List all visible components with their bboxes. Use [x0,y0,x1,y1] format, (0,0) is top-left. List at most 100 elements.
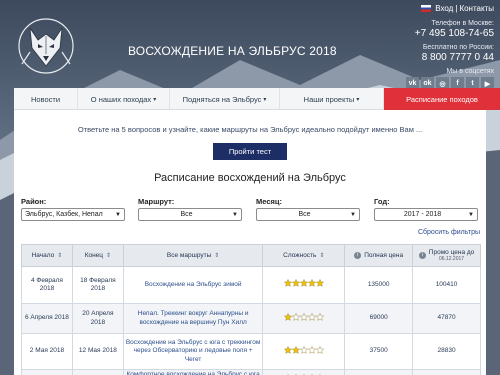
info-icon[interactable]: i [354,252,362,259]
main-panel: Ответьте на 5 вопросов и узнайте, какие … [14,110,486,375]
main-nav: Новости О наших походах ▾ Подняться на Э… [14,88,500,110]
star-filled-icon [307,279,316,288]
free-phone[interactable]: 8 800 7777 0 44 [406,52,494,63]
login-link[interactable]: Вход [435,4,453,13]
moscow-phone[interactable]: +7 495 108-74-65 [406,28,494,39]
route-select-value: Все [180,211,193,218]
end-date-cell: 18 Февраля 2018 [71,266,124,304]
start-date-cell: 3 Мая 2018 [21,369,73,375]
difficulty-cell [262,333,346,370]
table-row[interactable]: 4 Февраля 2018 18 Февраля 2018 Восхождение… [21,266,481,304]
table-row[interactable]: 2 Мая 2018 12 Мая 2018 Восхождение на Эльб… [21,333,481,370]
star-filled-icon [315,279,324,288]
promo-header-date: 06.12.2017 [439,256,465,262]
promo-price-column-header[interactable]: i Промо цена до 06.12.2017 [412,244,481,267]
sort-arrows-icon: ⇕ [214,253,220,259]
star-filled-icon [283,345,292,354]
region-select[interactable]: Эльбрус, Казбек, Непал ▼ [21,208,125,221]
end-date-cell: 20 Апреля 2018 [71,303,124,334]
moscow-phone-label: Телефон в Москве: [431,20,495,27]
price-column-header[interactable]: i Полная цена [344,244,414,267]
site-title: ВОСХОЖДЕНИЕ НА ЭЛЬБРУС 2018 [128,44,337,58]
star-empty-icon [299,345,308,354]
star-empty-icon [307,312,316,321]
chevron-down-icon: ▾ [356,96,360,103]
star-filled-icon [283,279,292,288]
route-select[interactable]: Все ▼ [138,208,242,221]
chevron-down-icon: ▾ [153,96,157,103]
star-empty-icon [307,345,316,354]
nav-item-about[interactable]: О наших походах ▾ [78,88,170,110]
reset-filters-link[interactable]: Сбросить фильтры [418,229,480,236]
route-cell[interactable]: Комфортное восхождение на Эльбрус с юга … [122,369,264,375]
chevron-down-icon: ▼ [115,211,121,218]
nav-item-label: Расписание походов [406,94,478,104]
table-row[interactable]: 6 Апреля 2018 20 Апреля 2018 Непал. Трекки… [21,303,481,334]
star-filled-icon [291,279,300,288]
chevron-down-icon: ▼ [350,211,356,218]
sort-arrows-icon: ⇕ [57,253,63,259]
info-icon[interactable]: i [418,252,426,259]
difficulty-cell [262,303,346,334]
month-select[interactable]: Все ▼ [256,208,360,221]
wolf-logo-icon[interactable] [16,14,76,78]
nav-item-label: Новости [30,94,61,104]
chevron-down-icon: ▼ [468,211,474,218]
nav-item-schedule[interactable]: Расписание походов [384,88,500,110]
russian-flag-icon[interactable] [421,5,432,12]
start-header-label: Начало [31,252,55,259]
price-cell: 135000 [344,266,414,304]
start-date-cell: 6 Апреля 2018 [21,303,73,334]
difficulty-cell [262,369,346,375]
nav-item-news[interactable]: Новости [14,88,78,110]
end-date-cell: 12 Мая 2018 [71,333,124,370]
star-filled-icon [299,279,308,288]
year-select[interactable]: 2017 - 2018 ▼ [374,208,478,221]
promo-price-cell: 47870 [412,303,481,334]
nav-item-projects[interactable]: Наши проекты ▾ [280,88,384,110]
free-phone-label: Бесплатно по России: [422,44,494,51]
difficulty-cell [262,266,346,304]
region-filter-label: Район: [21,197,47,206]
chevron-down-icon: ▼ [232,211,238,218]
region-select-value: Эльбрус, Казбек, Непал [25,211,103,218]
contacts-link[interactable]: Контакты [459,4,494,13]
schedule-table: Начало ⇕ Конец ⇕ Все маршруты ⇕ Сложность ⇕ … [21,244,481,375]
difficulty-column-header[interactable]: Сложность ⇕ [262,244,346,267]
end-date-cell: 12 Мая 2018 [71,369,124,375]
end-header-label: Конец [84,252,104,259]
difficulty-stars [283,345,324,354]
header-contacts: Вход | Контакты Телефон в Москве: +7 495… [406,4,494,90]
star-empty-icon [315,345,324,354]
month-select-value: Все [298,211,311,218]
sort-arrows-icon: ⇕ [106,253,112,259]
price-cell: 37500 [344,333,414,370]
page-title: Расписание восхождений на Эльбрус [154,172,346,184]
quiz-promo-text[interactable]: Ответьте на 5 вопросов и узнайте, какие … [14,125,486,134]
start-column-header[interactable]: Начало ⇕ [21,244,73,267]
nav-item-climb-elbrus[interactable]: Подняться на Эльбрус ▾ [170,88,280,110]
site-header: ВОСХОЖДЕНИЕ НА ЭЛЬБРУС 2018 Вход | Конта… [0,0,500,90]
difficulty-header-label: Сложность [283,252,317,259]
nav-item-label: Наши проекты [303,94,355,104]
star-empty-icon [299,312,308,321]
start-date-cell: 2 Мая 2018 [21,333,73,370]
table-header-row: Начало ⇕ Конец ⇕ Все маршруты ⇕ Сложность ⇕ … [21,244,481,267]
route-filter-label: Маршрут: [138,197,175,206]
start-date-cell: 4 Февраля 2018 [21,266,73,304]
chevron-down-icon: ▾ [263,96,267,103]
promo-price-cell: 100410 [412,266,481,304]
routes-column-header[interactable]: Все маршруты ⇕ [122,244,264,267]
promo-price-cell [412,369,481,375]
nav-item-label: О наших походах [90,94,152,104]
route-cell[interactable]: Восхождение на Эльбрус зимой [122,266,264,304]
star-empty-icon [291,312,300,321]
route-cell[interactable]: Восхождение на Эльбрус с юга с треккинго… [122,333,264,370]
route-cell[interactable]: Непал. Треккинг вокруг Аннапурны и восхо… [122,303,264,334]
month-filter-label: Месяц: [256,197,282,206]
end-column-header[interactable]: Конец ⇕ [71,244,124,267]
promo-price-cell: 28830 [412,333,481,370]
take-test-button[interactable]: Пройти тест [213,143,287,160]
year-select-value: 2017 - 2018 [403,211,442,218]
table-row[interactable]: 3 Мая 201812 Мая 2018Комфортное восхожде… [21,369,481,375]
